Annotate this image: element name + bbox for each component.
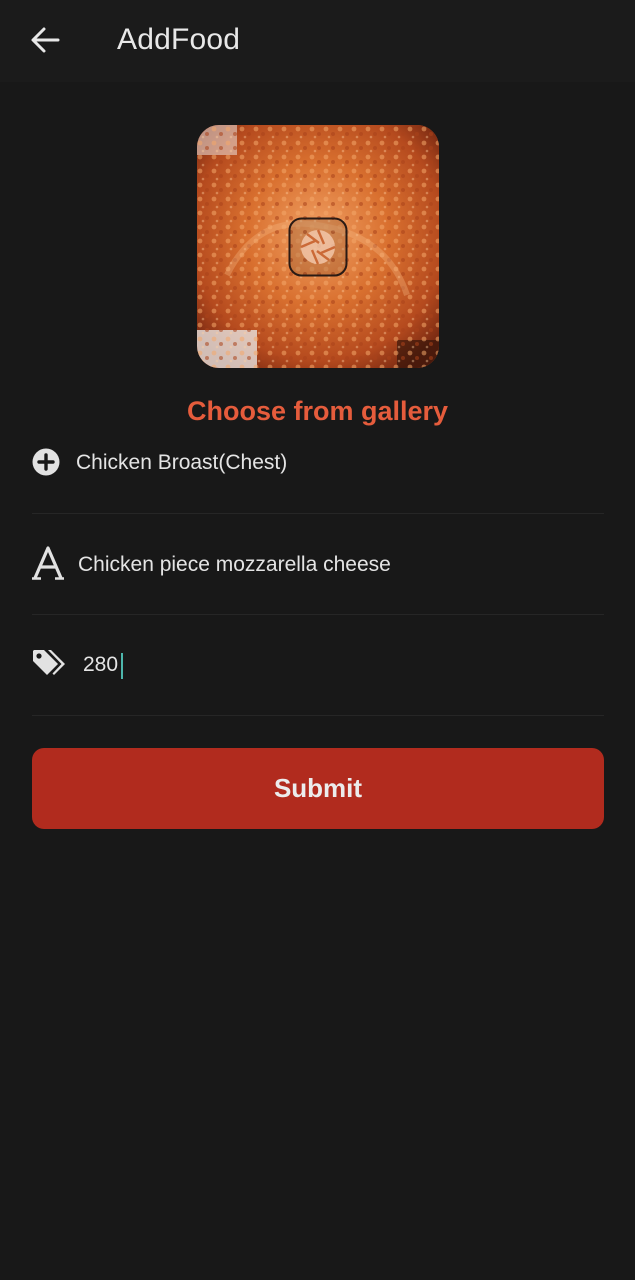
food-description-input[interactable] (78, 550, 598, 580)
price-tags-icon (32, 648, 68, 678)
app-bar: AddFood (0, 0, 635, 82)
food-name-field (32, 413, 604, 514)
back-button[interactable] (22, 18, 68, 62)
letter-a-icon (32, 546, 64, 580)
food-price-input[interactable] (83, 650, 183, 680)
arrow-left-icon (31, 27, 60, 53)
food-image-picker[interactable] (197, 125, 439, 368)
food-description-field (32, 514, 604, 615)
plus-circle-icon (32, 448, 60, 476)
food-price-field (32, 615, 604, 716)
food-name-input[interactable] (76, 448, 596, 478)
camera-shutter-icon (288, 217, 348, 277)
page-title: AddFood (117, 23, 241, 56)
submit-button[interactable]: Submit (32, 748, 604, 829)
text-cursor (121, 653, 123, 679)
